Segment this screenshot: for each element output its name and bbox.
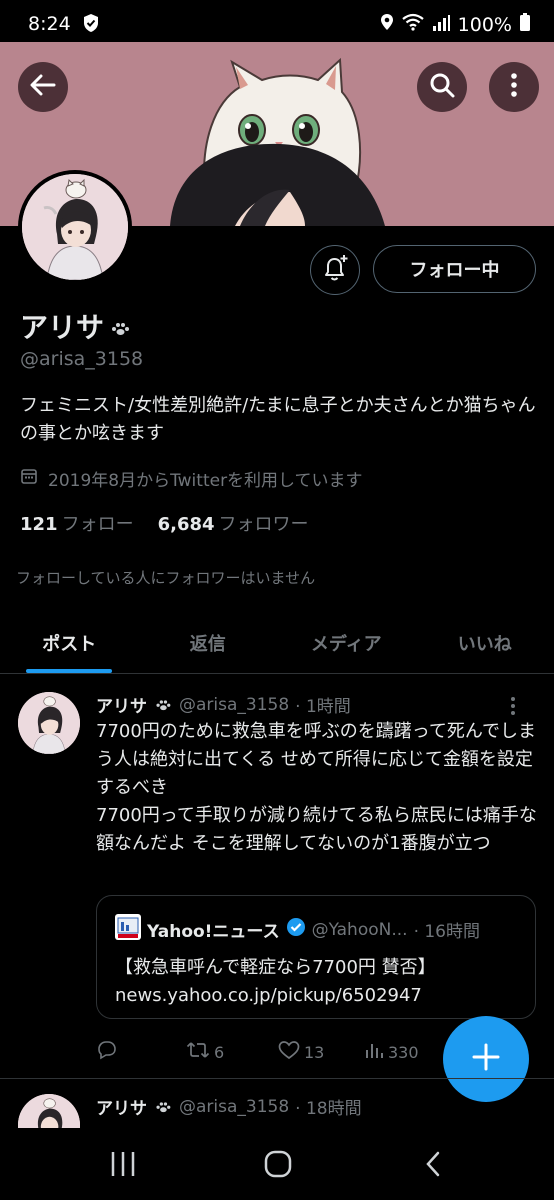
search-button[interactable] (417, 62, 467, 112)
like-icon (278, 1040, 300, 1064)
profile-handle: @arisa_3158 (20, 348, 144, 370)
views-count: 330 (388, 1042, 419, 1062)
profile-tabs: ポスト 返信 メディア いいね (0, 612, 554, 674)
signal-icon (432, 14, 450, 36)
views-icon (364, 1041, 384, 1063)
battery-icon (520, 13, 530, 36)
calendar-icon (20, 467, 38, 490)
wifi-icon (401, 13, 424, 36)
joined-date: 2019年8月からTwitterを利用しています (48, 471, 363, 491)
paw-icon (153, 1095, 173, 1118)
tweet-divider (0, 1078, 554, 1079)
quote-time: · 16時間 (413, 922, 481, 942)
following-count: 121 (20, 514, 58, 535)
search-icon (429, 72, 455, 102)
quote-author-name: Yahoo!ニュース (147, 922, 280, 942)
recent-apps-button[interactable] (110, 1150, 136, 1182)
like-button[interactable]: 13 (278, 1040, 364, 1064)
joined-row: 2019年8月からTwitterを利用しています (20, 466, 363, 491)
battery-percent: 100% (457, 13, 512, 36)
back-nav-button[interactable] (424, 1150, 442, 1182)
status-bar: 8:24 100% (0, 0, 554, 42)
back-button[interactable] (18, 62, 68, 112)
known-followers-text: フォローしている人にフォロワーはいません (16, 569, 316, 587)
more-button[interactable] (489, 62, 539, 112)
retweet-button[interactable]: 6 (186, 1040, 278, 1064)
notifications-button[interactable] (310, 245, 360, 295)
home-button[interactable] (264, 1150, 292, 1182)
retweet-icon (186, 1040, 210, 1064)
avatar-illustration (18, 692, 80, 754)
back-arrow-icon (30, 74, 56, 100)
tab-replies[interactable]: 返信 (139, 612, 278, 673)
tweet-author-name[interactable]: アリサ (96, 692, 147, 717)
quoted-tweet[interactable]: Yahoo!ニュース @YahooN... · 16時間 【救急車呼んで軽症なら… (96, 895, 536, 1019)
profile-name: アリサ (20, 311, 105, 344)
retweet-count: 6 (214, 1042, 225, 1062)
tweet-author-name[interactable]: アリサ (96, 1094, 147, 1119)
reply-icon (96, 1040, 118, 1064)
quote-author-handle: @YahooN... (311, 919, 408, 940)
tab-posts[interactable]: ポスト (0, 612, 139, 673)
yahoo-news-avatar (115, 914, 141, 945)
quote-text: 【救急車呼んで軽症なら7700円 賛否】 news.yahoo.co.jp/pi… (115, 954, 436, 1010)
quote-headline: 【救急車呼んで軽症なら7700円 賛否】 (115, 957, 436, 978)
paw-icon (108, 310, 132, 343)
tweet-time: · 1時間 (295, 697, 351, 717)
status-time: 8:24 (28, 13, 71, 35)
reply-button[interactable] (96, 1040, 186, 1064)
shield-icon (82, 13, 100, 38)
following-label: フォロー (61, 514, 134, 535)
tweet-avatar[interactable] (18, 692, 80, 754)
followers-count: 6,684 (157, 514, 215, 535)
compose-button[interactable] (443, 1016, 529, 1102)
tweet-text: 7700円のために救急車を呼ぶのを躊躇って死んでしまう人は絶対に出てくる せめて… (96, 721, 537, 854)
follow-counts: 121 フォロー 6,684 フォロワー (20, 510, 309, 536)
followers-link[interactable]: 6,684 フォロワー (158, 510, 309, 536)
system-nav-bar (0, 1128, 554, 1200)
avatar-illustration (22, 174, 128, 280)
followers-label: フォロワー (218, 514, 309, 535)
verified-badge-icon (286, 917, 306, 942)
following-link[interactable]: 121 フォロー (20, 510, 134, 536)
compose-plus-icon (471, 1042, 501, 1076)
tweet-more-button[interactable] (510, 696, 516, 720)
location-icon (380, 13, 394, 36)
tweet-time: · 18時間 (295, 1099, 362, 1119)
profile-avatar[interactable] (18, 170, 132, 284)
like-count: 13 (304, 1042, 325, 1062)
tweet-header: アリサ @arisa_3158 · 1時間 (96, 692, 351, 718)
tweet-author-handle: @arisa_3158 (179, 1096, 290, 1117)
tab-media[interactable]: メディア (277, 612, 416, 673)
tweet-author-handle: @arisa_3158 (179, 694, 290, 715)
paw-icon (153, 693, 173, 716)
quote-header: Yahoo!ニュース @YahooN... · 16時間 (115, 914, 480, 945)
following-button[interactable]: フォロー中 (373, 245, 536, 293)
quote-link[interactable]: news.yahoo.co.jp/pickup/6502947 (115, 982, 436, 1010)
bell-plus-icon (320, 253, 350, 287)
status-icons: 100% (380, 13, 530, 36)
views-button[interactable]: 330 (364, 1041, 419, 1063)
profile-name-row: アリサ (20, 306, 132, 346)
tweet-header: アリサ @arisa_3158 · 18時間 (96, 1094, 362, 1120)
tab-likes[interactable]: いいね (416, 612, 554, 673)
more-vertical-icon (510, 73, 518, 101)
profile-bio: フェミニスト/女性差別絶許/たまに息子とか夫さんとか猫ちゃんの事とか呟きます (20, 395, 536, 444)
